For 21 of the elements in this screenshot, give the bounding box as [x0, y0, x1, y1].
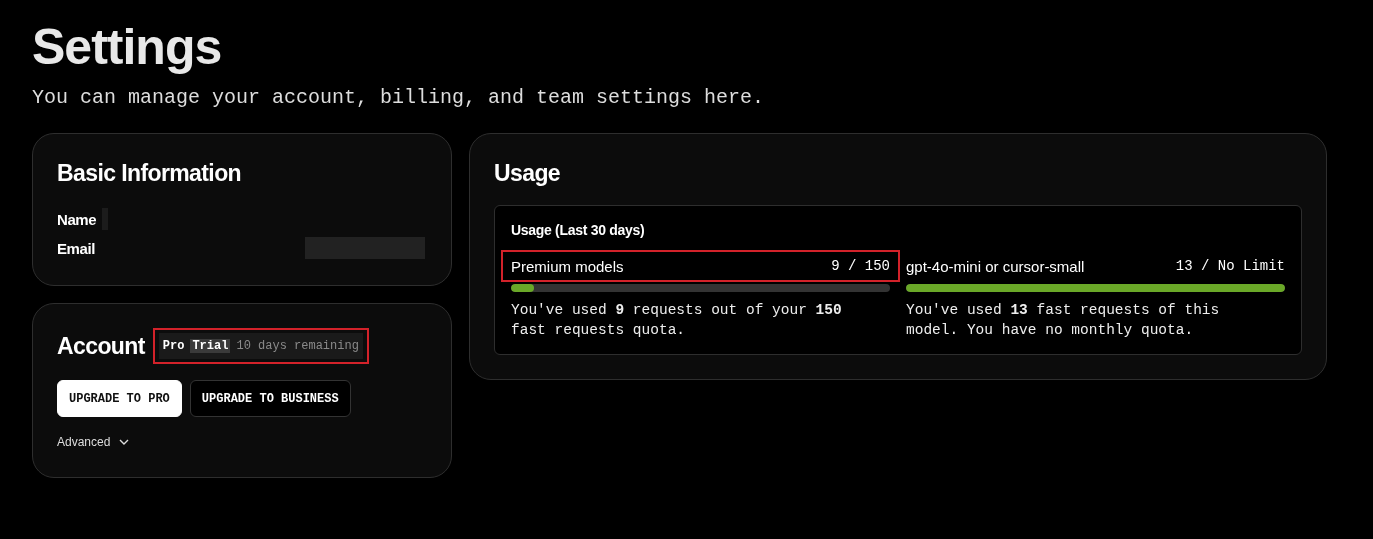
usage-description: You've used 13 fast requests of this model. You have no monthly quota.	[906, 301, 1221, 340]
plan-text: Pro	[162, 339, 185, 353]
plan-text: 10 days remaining	[236, 339, 359, 353]
plan-text: Trial	[190, 339, 231, 353]
upgrade-button[interactable]: UPGRADE TO BUSINESS	[189, 380, 351, 417]
card-title: Usage	[494, 160, 562, 187]
usage-count: 13 / No Limit	[1175, 258, 1285, 274]
model-name: Premium models	[511, 257, 624, 275]
page-subtitle: You can manage your account, billing, and team settings here.	[32, 86, 766, 109]
page-title: Settings	[32, 18, 223, 76]
model-name: gpt-4o-mini or cursor-small	[906, 257, 1085, 275]
usage-description: You've used 9 requests out of your 150 fast requests quota.	[511, 301, 843, 340]
advanced-toggle[interactable]: Advanced	[57, 435, 131, 449]
field-label: Email	[57, 239, 96, 257]
card-title: Basic Information	[57, 160, 243, 187]
card-title: Account	[57, 332, 145, 360]
panel-title: Usage (Last 30 days)	[511, 222, 646, 238]
chevron-down-icon	[118, 438, 131, 446]
usage-count: 9 / 150	[831, 258, 890, 274]
field-label: Name	[57, 210, 97, 228]
upgrade-button[interactable]: UPGRADE TO PRO	[57, 380, 182, 417]
